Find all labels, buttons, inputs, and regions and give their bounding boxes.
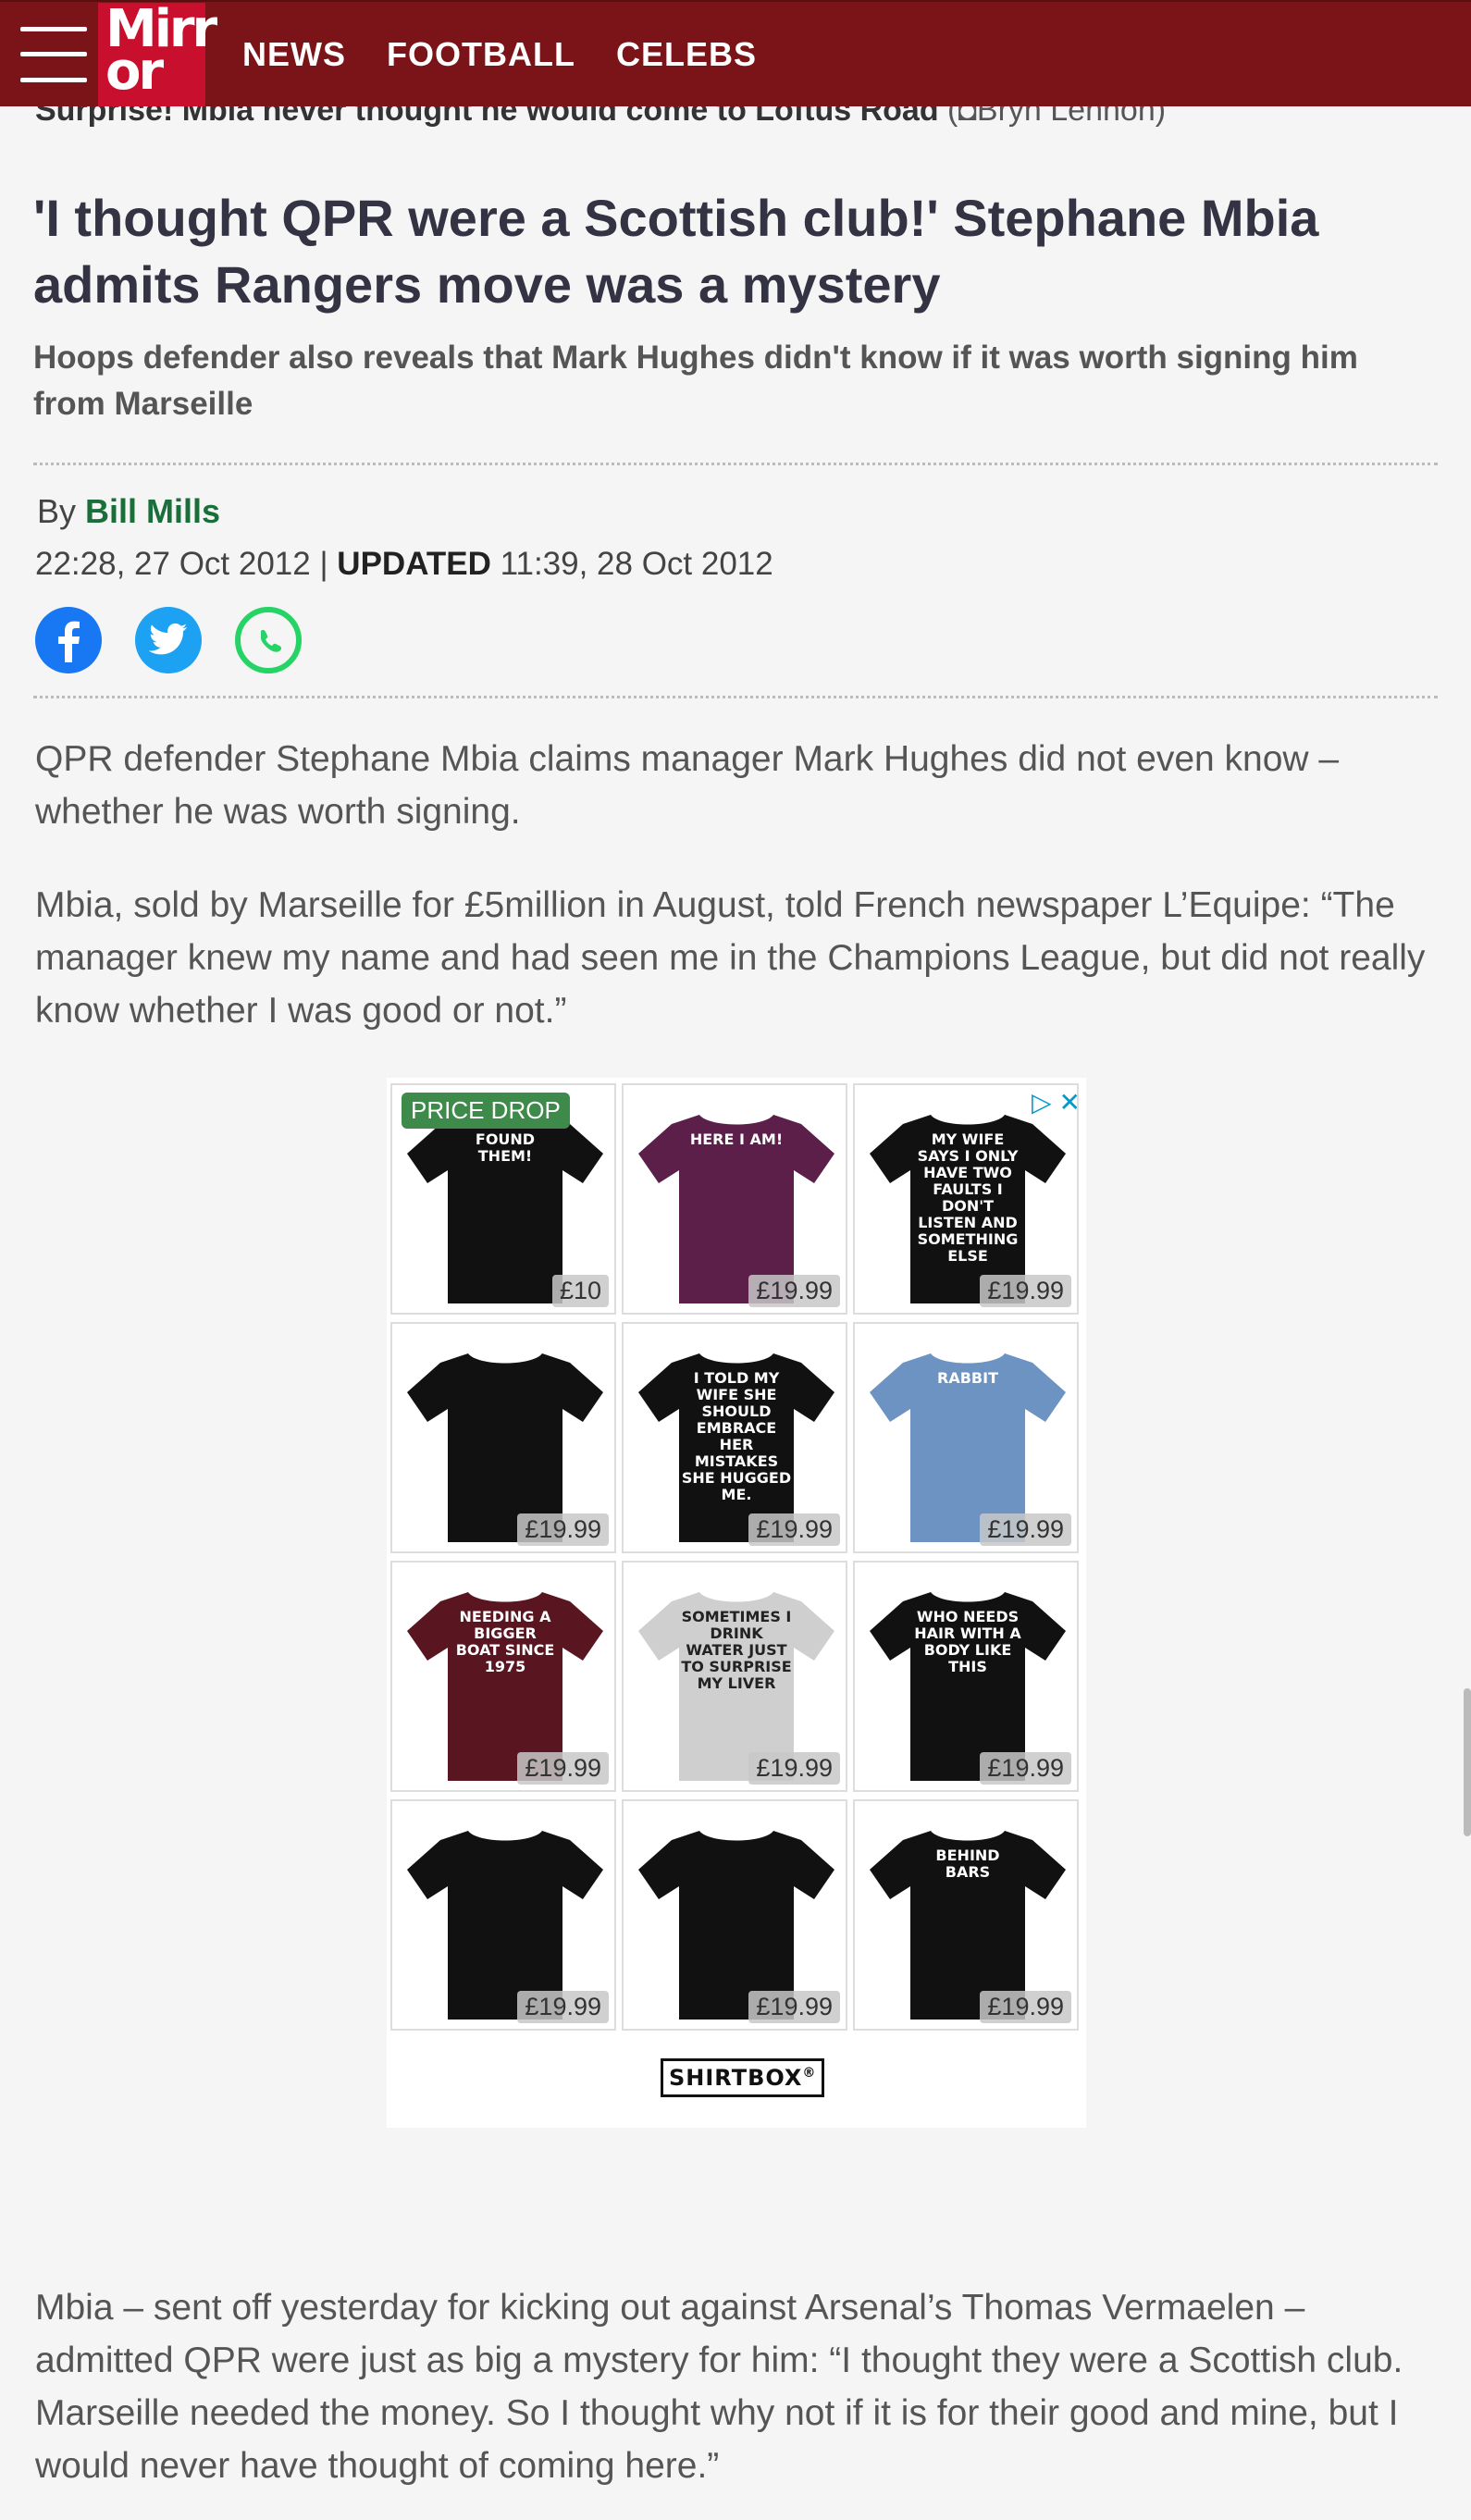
dateline: 22:28, 27 Oct 2012 | UPDATED 11:39, 28 O… — [35, 546, 773, 583]
brand-name: SHIRTBOX — [669, 2065, 803, 2091]
scrollbar[interactable] — [1464, 1688, 1471, 1836]
product-price: £19.99 — [517, 1513, 609, 1546]
adchoices-icon[interactable]: ▷ — [1032, 1087, 1052, 1118]
author-link[interactable]: Bill Mills — [85, 492, 220, 530]
product-price: £19.99 — [517, 1752, 609, 1785]
tshirt-slogan: FOUND THEM! — [475, 1130, 536, 1165]
article-headline: 'I thought QPR were a Scottish club!' St… — [33, 189, 1319, 314]
product-price: £19.99 — [748, 1991, 840, 2023]
ad-product-tile[interactable]: £19.99 — [622, 1799, 847, 2031]
date-separator: | — [319, 546, 328, 582]
ad-product-grid: FOUND THEM! £10 HERE I AM! £19.99 MY WIFE SA… — [390, 1083, 1082, 2031]
shirt-advertisement[interactable]: PRICE DROP ▷ ✕ FOUND THEM! £10 HERE I AM! £… — [387, 1078, 1086, 2128]
ad-product-tile[interactable]: I TOLD MY WIFE SHE SHOULD EMBRACE HER MI… — [622, 1322, 847, 1553]
product-price: £19.99 — [980, 1752, 1071, 1785]
nav-football[interactable]: FOOTBALL — [387, 35, 575, 74]
nav-celebs[interactable]: CELEBS — [616, 35, 757, 74]
product-price: £19.99 — [980, 1513, 1071, 1546]
tshirt-slogan: I TOLD MY WIFE SHE SHOULD EMBRACE HER MI… — [681, 1369, 792, 1503]
share-bar — [35, 607, 335, 673]
product-price: £19.99 — [748, 1513, 840, 1546]
ad-choices: ▷ ✕ — [1024, 1087, 1081, 1118]
article-paragraph: Mbia – sent off yesterday for kicking ou… — [35, 2288, 1403, 2486]
ad-product-tile[interactable]: SOMETIMES I DRINK WATER JUST TO SURPRISE… — [622, 1561, 847, 1792]
article-paragraph: Mbia, sold by Marseille for £5million in… — [35, 885, 1426, 1031]
mirror-logo[interactable]: Mirr or — [98, 2, 217, 106]
updated-time: 11:39, 28 Oct 2012 — [500, 546, 773, 582]
product-price: £10 — [551, 1275, 609, 1307]
tshirt-slogan: BEHIND BARS — [935, 1847, 1000, 1881]
ad-product-tile[interactable]: WHO NEEDS HAIR WITH A BODY LIKE THIS £19.… — [853, 1561, 1079, 1792]
product-price: £19.99 — [980, 1275, 1071, 1307]
divider — [33, 463, 1438, 465]
shirtbox-logo[interactable]: SHIRTBOX® — [661, 2058, 825, 2097]
twitter-icon[interactable] — [135, 607, 202, 673]
tshirt-slogan: SOMETIMES I DRINK WATER JUST TO SURPRISE… — [681, 1608, 792, 1692]
tshirt-slogan: HERE I AM! — [689, 1130, 784, 1148]
facebook-icon[interactable] — [35, 607, 102, 673]
close-icon[interactable]: ✕ — [1059, 1087, 1081, 1118]
ad-product-tile[interactable]: £19.99 — [390, 1322, 616, 1553]
ad-product-tile[interactable]: HERE I AM! £19.99 — [622, 1083, 847, 1315]
tshirt-slogan: MY WIFE SAYS I ONLY HAVE TWO FAULTS I DO… — [917, 1130, 1019, 1265]
ad-product-tile[interactable]: NEEDING A BIGGER BOAT SINCE 1975 £19.99 — [390, 1561, 616, 1792]
tshirt-slogan: WHO NEEDS HAIR WITH A BODY LIKE THIS — [914, 1608, 1021, 1675]
tshirt-slogan: NEEDING A BIGGER BOAT SINCE 1975 — [455, 1608, 555, 1675]
tshirt-slogan: RABBIT — [937, 1369, 998, 1387]
updated-label: UPDATED — [337, 546, 491, 582]
product-price: £19.99 — [517, 1991, 609, 2023]
ad-product-tile[interactable]: £19.99 — [390, 1799, 616, 2031]
price-drop-badge: PRICE DROP — [402, 1093, 570, 1129]
byline: By Bill Mills — [37, 492, 220, 531]
product-price: £19.99 — [980, 1991, 1071, 2023]
brand-mark: ® — [802, 2066, 817, 2081]
site-header: Mirr or NEWS FOOTBALL CELEBS — [0, 0, 1471, 106]
ad-product-tile[interactable]: RABBIT £19.99 — [853, 1322, 1079, 1553]
published-time: 22:28, 27 Oct 2012 — [35, 546, 311, 582]
main-nav: NEWS FOOTBALL CELEBS — [242, 35, 797, 74]
product-price: £19.99 — [748, 1752, 840, 1785]
nav-news[interactable]: NEWS — [242, 35, 346, 74]
byline-prefix: By — [37, 492, 77, 530]
whatsapp-icon[interactable] — [235, 607, 302, 673]
ad-product-tile[interactable]: MY WIFE SAYS I ONLY HAVE TWO FAULTS I DO… — [853, 1083, 1079, 1315]
menu-icon[interactable] — [20, 26, 87, 82]
divider — [33, 696, 1438, 698]
product-price: £19.99 — [748, 1275, 840, 1307]
ad-product-tile[interactable]: BEHIND BARS £19.99 — [853, 1799, 1079, 2031]
article-standfirst: Hoops defender also reveals that Mark Hu… — [33, 340, 1358, 422]
article-paragraph: QPR defender Stephane Mbia claims manage… — [35, 739, 1340, 832]
